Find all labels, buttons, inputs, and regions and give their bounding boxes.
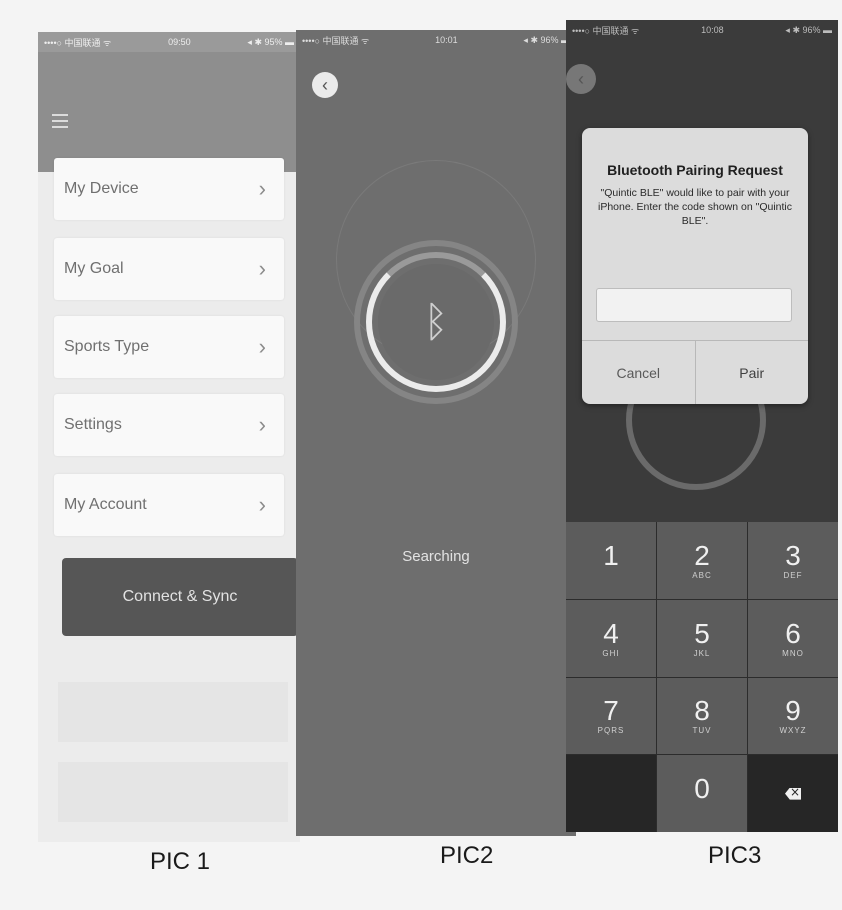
key-letters: GHI xyxy=(602,648,620,658)
key-4[interactable]: 4 GHI xyxy=(566,599,656,677)
key-letters: PQRS xyxy=(597,726,625,736)
menu-item-my-goal[interactable]: My Goal › xyxy=(54,238,284,300)
key-digit: 2 xyxy=(694,539,710,571)
hamburger-menu-icon[interactable] xyxy=(52,114,68,128)
searching-status: Searching xyxy=(402,548,470,565)
key-digit: 9 xyxy=(785,695,801,727)
menu-item-label: Settings xyxy=(64,416,122,433)
chevron-right-icon: › xyxy=(258,412,266,437)
pair-button[interactable]: Pair xyxy=(694,341,809,404)
key-letters: TUV xyxy=(692,726,712,736)
key-5[interactable]: 5 JKL xyxy=(657,599,747,677)
menu-item-sports-type[interactable]: Sports Type › xyxy=(54,316,284,378)
caption-pic2: PIC2 xyxy=(440,842,494,869)
battery-indicator: ◂ ✱ 96% ▬ xyxy=(523,34,570,45)
chevron-right-icon: › xyxy=(258,492,266,517)
key-8[interactable]: 8 TUV xyxy=(657,677,747,755)
menu-item-my-device[interactable]: My Device › xyxy=(54,158,284,220)
cancel-button[interactable]: Cancel xyxy=(582,341,695,404)
key-letters: MNO xyxy=(782,648,804,658)
key-digit: 8 xyxy=(694,695,710,727)
dialog-button-row: Cancel Pair xyxy=(582,340,808,404)
key-9[interactable]: 9 WXYZ xyxy=(748,677,838,755)
menu-item-label: My Account xyxy=(64,496,147,513)
key-letters: ABC xyxy=(692,570,712,580)
menu-item-label: My Goal xyxy=(64,260,124,277)
key-0[interactable]: 0 xyxy=(657,755,747,832)
key-digit: 7 xyxy=(603,695,619,727)
key-digit: 3 xyxy=(785,539,801,571)
menu-item-settings[interactable]: Settings › xyxy=(54,394,284,456)
carrier-signal: ••••○ 中国联通 ᯤ xyxy=(302,35,370,46)
numeric-keypad: 1 2 ABC 3 DEF 4 GHI 5 JKL 6 MNO 7 PQRS 8 TUV 9W… xyxy=(566,522,838,832)
battery-indicator: ◂ ✱ 96% ▬ xyxy=(785,24,832,35)
chevron-right-icon: › xyxy=(258,334,266,359)
carrier-signal: ••••○ 中国联通 ᯤ xyxy=(572,25,640,36)
faded-row xyxy=(58,682,288,742)
status-bar: ••••○ 中国联通 ᯤ 09:50 ◂ ✱ 95% ▬ xyxy=(38,32,300,52)
pic1-screen: ••••○ 中国联通 ᯤ 09:50 ◂ ✱ 95% ▬ My Device ›… xyxy=(38,32,300,842)
menu-item-label: My Device xyxy=(64,180,139,197)
chevron-right-icon: › xyxy=(258,176,266,201)
status-bar: ••••○ 中国联通 ᯤ 10:08 ◂ ✱ 96% ▬ xyxy=(566,20,838,40)
bluetooth-pairing-dialog: Bluetooth Pairing Request "Quintic BLE" … xyxy=(582,128,808,404)
bluetooth-icon: ᛒ xyxy=(423,297,449,346)
menu-item-label: Sports Type xyxy=(64,338,150,355)
key-3[interactable]: 3 DEF xyxy=(748,522,838,599)
key-letters: JKL xyxy=(693,648,711,658)
status-time: 10:01 xyxy=(435,35,458,45)
chevron-right-icon: › xyxy=(258,256,266,281)
key-digit: 5 xyxy=(694,617,710,649)
pic3-screen: ••••○ 中国联通 ᯤ 10:08 ◂ ✱ 96% ▬ ‹ Bluetooth… xyxy=(566,20,838,832)
key-letters: DEF xyxy=(783,570,803,580)
key-blank xyxy=(566,755,656,832)
app-header xyxy=(38,52,300,172)
caption-pic3: PIC3 xyxy=(708,842,762,869)
back-button[interactable]: ‹ xyxy=(312,72,338,98)
back-button[interactable]: ‹ xyxy=(566,64,596,94)
key-digit: 6 xyxy=(785,617,801,649)
key-letters: WXYZ xyxy=(779,726,807,736)
status-time: 10:08 xyxy=(701,25,724,35)
dialog-message: "Quintic BLE" would like to pair with yo… xyxy=(597,187,792,227)
key-2[interactable]: 2 ABC xyxy=(657,522,747,599)
status-bar: ••••○ 中国联通 ᯤ 10:01 ◂ ✱ 96% ▬ xyxy=(296,30,576,50)
delete-key[interactable] xyxy=(748,755,838,832)
status-time: 09:50 xyxy=(168,37,191,47)
connect-sync-button[interactable]: Connect & Sync xyxy=(62,558,298,636)
backspace-icon xyxy=(785,787,801,800)
key-6[interactable]: 6 MNO xyxy=(748,599,838,677)
key-digit: 1 xyxy=(603,539,619,571)
pairing-code-input[interactable] xyxy=(596,288,792,322)
carrier-signal: ••••○ 中国联通 ᯤ xyxy=(44,37,112,48)
key-digit: 0 xyxy=(694,773,710,805)
key-digit: 4 xyxy=(603,617,619,649)
menu-item-my-account[interactable]: My Account › xyxy=(54,474,284,536)
key-7[interactable]: 7 PQRS xyxy=(566,677,656,755)
pic2-screen: ••••○ 中国联通 ᯤ 10:01 ◂ ✱ 96% ▬ ‹ ᛒ Searchi… xyxy=(296,30,576,836)
faded-row xyxy=(58,762,288,822)
key-1[interactable]: 1 xyxy=(566,522,656,599)
caption-pic1: PIC 1 xyxy=(150,848,211,875)
dialog-title: Bluetooth Pairing Request xyxy=(607,162,783,178)
battery-indicator: ◂ ✱ 95% ▬ xyxy=(247,36,294,47)
